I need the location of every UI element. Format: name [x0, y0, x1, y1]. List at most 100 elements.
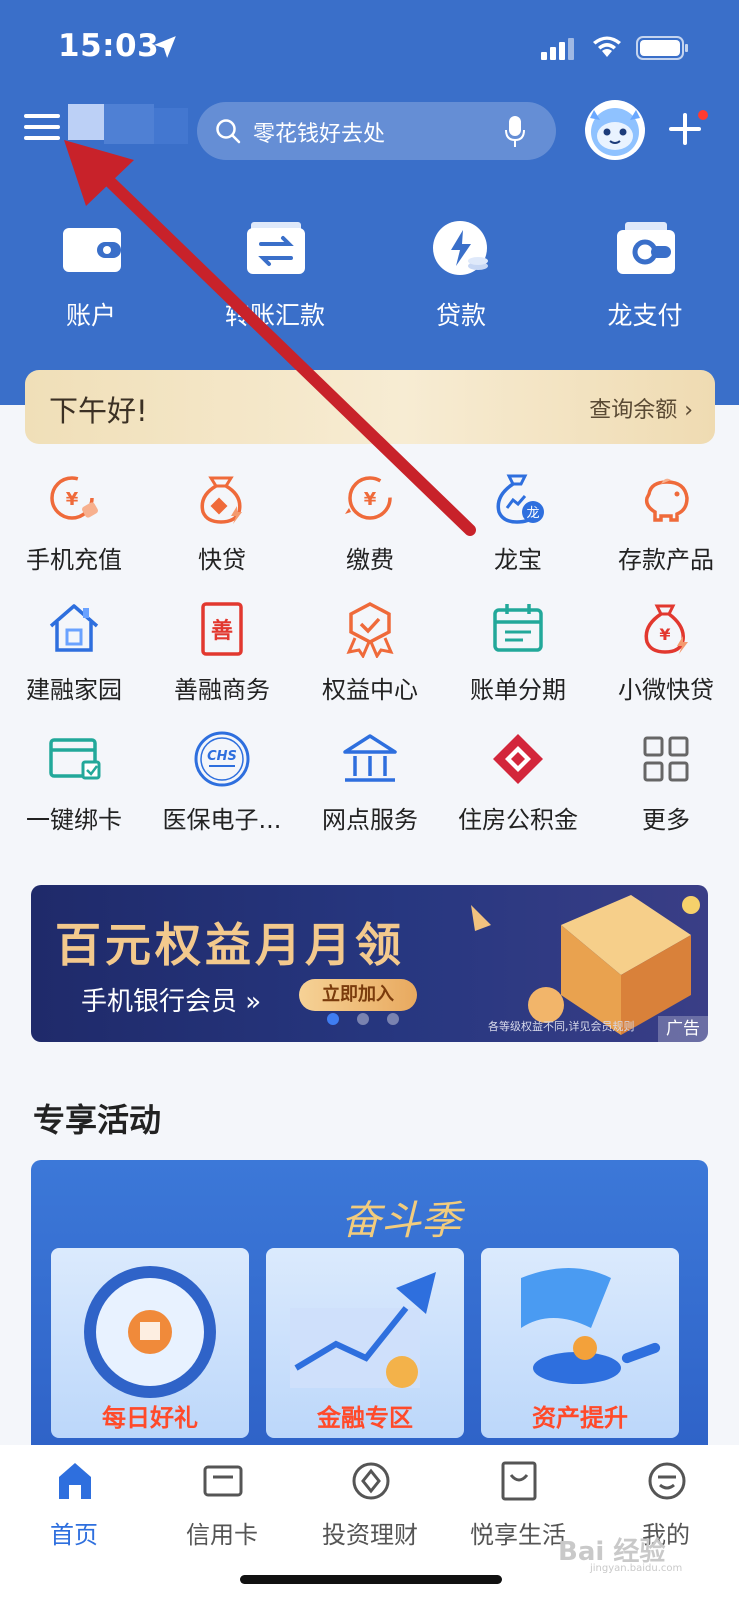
join-now-button[interactable]: 立即加入	[299, 979, 417, 1011]
grid-icon	[643, 736, 689, 782]
watermark-sub: jingyan.baidu.com	[590, 1563, 683, 1574]
transfer-icon	[247, 222, 305, 274]
prize-wheel-icon	[84, 1266, 216, 1398]
service-quick-loan[interactable]: 快贷	[148, 470, 296, 580]
activity-card-asset-boost[interactable]: 资产提升	[481, 1248, 679, 1438]
long-pay-icon	[617, 222, 675, 274]
status-time: 15:03	[58, 28, 160, 64]
mascot-avatar-icon[interactable]	[580, 96, 650, 162]
menu-button[interactable]	[24, 114, 60, 144]
badge-icon	[346, 602, 394, 658]
quick-loan-icon	[200, 476, 242, 524]
service-deposit[interactable]: 存款产品	[592, 470, 739, 580]
calendar-icon	[493, 604, 543, 652]
svg-text:善: 善	[211, 618, 233, 644]
home-indicator	[240, 1575, 502, 1584]
service-phone-recharge[interactable]: ¥ 手机充值	[0, 470, 148, 580]
growth-chart-icon	[290, 1272, 436, 1388]
service-label: 医保电子...	[162, 806, 282, 834]
search-icon	[216, 119, 241, 144]
svg-text:¥: ¥	[66, 489, 79, 510]
tab-label: 首页	[50, 1521, 98, 1549]
quick-loan[interactable]: 贷款	[386, 212, 536, 342]
service-label: 账单分期	[470, 676, 566, 704]
service-label: 建融家园	[26, 676, 122, 704]
piggy-bank-icon	[644, 478, 689, 522]
activity-card-finance-zone[interactable]: 金融专区	[266, 1248, 464, 1438]
service-label: 龙宝	[494, 546, 542, 574]
app-header: 零花钱好去处	[0, 96, 739, 166]
tab-invest[interactable]: 投资理财	[296, 1459, 444, 1559]
top-header-area: 15:03 零花钱好去处 账户 转账汇款 贷款 龙支付	[0, 0, 739, 405]
tab-home[interactable]: 首页	[0, 1459, 148, 1559]
service-label: 一键绑卡	[26, 806, 122, 834]
status-bar: 15:03	[0, 0, 739, 92]
bind-card-icon	[49, 738, 101, 780]
service-more[interactable]: 更多	[592, 730, 739, 840]
quick-transfer-label: 转账汇款	[224, 301, 325, 330]
service-label: 权益中心	[322, 676, 418, 704]
activity-card-label: 资产提升	[532, 1404, 628, 1432]
service-label: 缴费	[346, 546, 394, 574]
quick-long-pay[interactable]: 龙支付	[570, 212, 720, 342]
search-placeholder: 零花钱好去处	[253, 122, 386, 147]
profile-icon	[648, 1462, 686, 1500]
loan-icon	[433, 221, 488, 275]
svg-text:¥: ¥	[659, 625, 670, 644]
service-shanrong[interactable]: 善 善融商务	[148, 600, 296, 710]
service-bill-installment[interactable]: 账单分期	[444, 600, 592, 710]
service-bind-card[interactable]: 一键绑卡	[0, 730, 148, 840]
search-bar[interactable]: 零花钱好去处	[197, 102, 556, 160]
ad-tag: 广告	[658, 1016, 708, 1042]
service-branch[interactable]: 网点服务	[296, 730, 444, 840]
activity-panel: 奋斗季 每日好礼 金融专区 资产提升	[31, 1160, 708, 1445]
quick-account-label: 账户	[65, 301, 116, 330]
credit-card-icon	[203, 1465, 243, 1497]
service-medical-insurance[interactable]: CHS 医保电子...	[148, 730, 296, 840]
quick-account[interactable]: 账户	[16, 212, 166, 342]
phone-recharge-icon: ¥	[50, 476, 98, 520]
section-title: 专享活动	[33, 1101, 162, 1139]
quick-long-pay-label: 龙支付	[607, 301, 683, 330]
carousel-dots[interactable]	[327, 1010, 427, 1025]
invest-icon	[352, 1462, 390, 1500]
activity-card-label: 金融专区	[317, 1404, 413, 1432]
svg-text:龙: 龙	[526, 506, 539, 521]
tab-label: 信用卡	[186, 1521, 258, 1549]
add-button[interactable]	[667, 110, 708, 150]
blurred-username	[68, 104, 188, 148]
service-jianrong-home[interactable]: 建融家园	[0, 600, 148, 710]
longbao-icon: 龙	[496, 474, 544, 524]
service-rights-center[interactable]: 权益中心	[296, 600, 444, 710]
svg-text:¥: ¥	[364, 489, 377, 510]
lifestyle-icon	[501, 1461, 537, 1501]
banner-subtitle: 手机银行会员 »	[81, 987, 262, 1017]
activity-card-daily-gift[interactable]: 每日好礼	[51, 1248, 249, 1438]
service-label: 更多	[642, 806, 690, 834]
bottom-tab-bar: 首页 信用卡 投资理财 悦享生活 我的 Bai 经验 jingyan.baidu…	[0, 1445, 739, 1600]
quick-transfer[interactable]: 转账汇款	[200, 212, 350, 342]
greeting-text: 下午好!	[49, 394, 148, 428]
tab-credit-card[interactable]: 信用卡	[148, 1459, 296, 1559]
service-housing-fund[interactable]: 住房公积金	[444, 730, 592, 840]
check-balance-link[interactable]: 查询余额 ›	[589, 392, 693, 424]
service-longbao[interactable]: 龙 龙宝	[444, 470, 592, 580]
service-label: 快贷	[198, 546, 246, 574]
service-payment[interactable]: ¥ 缴费	[296, 470, 444, 580]
greeting-card: 下午好! 查询余额 ›	[25, 370, 715, 444]
cellular-signal-icon	[541, 38, 574, 60]
microphone-icon[interactable]	[505, 116, 525, 148]
location-arrow-icon	[154, 36, 176, 58]
banner-title: 百元权益月月领	[55, 918, 405, 972]
service-label: 善融商务	[174, 676, 270, 704]
service-micro-loan[interactable]: ¥ 小微快贷	[592, 600, 739, 710]
micro-loan-icon: ¥	[644, 604, 688, 654]
service-label: 手机充值	[26, 546, 122, 574]
asset-scroll-icon	[521, 1268, 661, 1384]
banner-note: 各等级权益不同,详见会员规则	[488, 1020, 635, 1033]
notification-dot	[698, 110, 708, 120]
wallet-icon	[63, 228, 121, 272]
chs-icon: CHS	[194, 731, 250, 787]
payment-icon: ¥	[345, 476, 392, 520]
membership-banner[interactable]: 百元权益月月领 手机银行会员 » 立即加入 各等级权益不同,详见会员规则 广告	[31, 885, 708, 1042]
